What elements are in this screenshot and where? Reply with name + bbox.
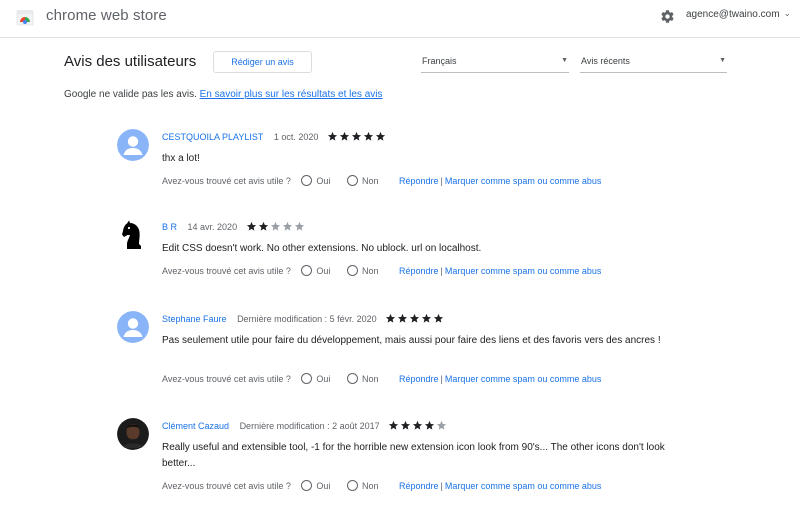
sort-select-value: Avis récents <box>581 56 630 66</box>
reply-link[interactable]: Répondre <box>399 481 439 491</box>
review-meta: Clément Cazaud Dernière modification : 2… <box>162 420 448 433</box>
star-empty-icon <box>282 221 292 231</box>
review-feedback: Avez-vous trouvé cet avis utile ? Oui No… <box>162 265 601 276</box>
review-meta: B R 14 avr. 2020 <box>162 221 306 234</box>
reply-link[interactable]: Répondre <box>399 374 439 384</box>
star-filled-icon <box>401 420 411 430</box>
radio-yes[interactable] <box>301 265 313 276</box>
learn-more-link[interactable]: En savoir plus sur les résultats et les … <box>200 89 383 100</box>
spam-link[interactable]: Marquer comme spam ou comme abus <box>445 481 602 491</box>
star-empty-icon <box>294 221 304 231</box>
star-filled-icon <box>363 131 374 141</box>
spam-link[interactable]: Marquer comme spam ou comme abus <box>445 176 602 186</box>
star-rating <box>388 420 448 433</box>
star-filled-icon <box>410 313 420 323</box>
review-author[interactable]: Clément Cazaud <box>162 421 229 431</box>
review-meta: CESTQUOILA PLAYLIST 1 oct. 2020 <box>162 131 387 144</box>
review-date: 1 oct. 2020 <box>273 132 319 142</box>
helpful-question: Avez-vous trouvé cet avis utile ? <box>162 176 291 186</box>
star-filled-icon <box>413 420 423 430</box>
radio-yes-label: Oui <box>316 481 331 491</box>
radio-yes-label: Oui <box>316 374 331 384</box>
chess-knight-icon <box>117 219 149 251</box>
account-menu[interactable]: agence@twaino.com ⌄ <box>686 8 792 20</box>
star-filled-icon <box>386 313 396 323</box>
review-date: 14 avr. 2020 <box>187 222 238 232</box>
default-person-icon <box>117 129 149 161</box>
link-separator: | <box>440 481 443 491</box>
default-person-icon <box>117 311 149 343</box>
radio-yes[interactable] <box>301 480 313 491</box>
star-empty-icon <box>437 420 447 430</box>
review-author[interactable]: Stephane Faure <box>162 314 227 324</box>
radio-no-label: Non <box>361 374 379 384</box>
star-rating <box>246 221 306 234</box>
sort-select[interactable]: Avis récents ▼ <box>580 54 727 73</box>
radio-no[interactable] <box>346 373 358 384</box>
star-rating <box>327 131 387 144</box>
star-filled-icon <box>434 313 444 323</box>
validation-notice: Google ne valide pas les avis. En savoir… <box>64 89 383 100</box>
language-select-value: Français <box>422 56 457 66</box>
chrome-web-store-logo-icon[interactable] <box>16 8 34 26</box>
star-filled-icon <box>398 313 408 323</box>
radio-yes-label: Oui <box>316 176 331 186</box>
radio-no[interactable] <box>346 265 358 276</box>
review-feedback: Avez-vous trouvé cet avis utile ? Oui No… <box>162 480 601 491</box>
account-email: agence@twaino.com <box>686 9 780 20</box>
star-empty-icon <box>270 221 280 231</box>
review-text: Edit CSS doesn't work. No other extensio… <box>162 243 482 254</box>
store-title[interactable]: chrome web store <box>46 7 167 24</box>
radio-no[interactable] <box>346 480 358 491</box>
user-photo <box>117 418 149 450</box>
write-review-button[interactable]: Rédiger un avis <box>213 51 312 73</box>
star-filled-icon <box>327 131 338 141</box>
review-date: Dernière modification : 5 févr. 2020 <box>237 314 377 324</box>
review-author[interactable]: B R <box>162 222 177 232</box>
helpful-question: Avez-vous trouvé cet avis utile ? <box>162 266 291 276</box>
review-text: Pas seulement utile pour faire du dévelo… <box>162 335 661 346</box>
link-separator: | <box>440 266 443 276</box>
star-filled-icon <box>258 221 268 231</box>
radio-yes-label: Oui <box>316 266 331 276</box>
star-filled-icon <box>425 420 435 430</box>
link-separator: | <box>440 176 443 186</box>
radio-no-label: Non <box>361 176 379 186</box>
spam-link[interactable]: Marquer comme spam ou comme abus <box>445 374 602 384</box>
review-meta: Stephane Faure Dernière modification : 5… <box>162 313 445 326</box>
review-author[interactable]: CESTQUOILA PLAYLIST <box>162 132 263 142</box>
review-feedback: Avez-vous trouvé cet avis utile ? Oui No… <box>162 175 601 186</box>
section-title: Avis des utilisateurs <box>64 53 197 70</box>
review-feedback: Avez-vous trouvé cet avis utile ? Oui No… <box>162 373 601 384</box>
review-text: Really useful and extensible tool, -1 fo… <box>162 442 665 469</box>
star-filled-icon <box>375 131 386 141</box>
dropdown-arrow-icon: ▼ <box>719 57 726 64</box>
radio-no[interactable] <box>346 175 358 186</box>
spam-link[interactable]: Marquer comme spam ou comme abus <box>445 266 602 276</box>
review-text: thx a lot! <box>162 153 200 164</box>
star-filled-icon <box>351 131 362 141</box>
link-separator: | <box>440 374 443 384</box>
star-filled-icon <box>339 131 350 141</box>
star-filled-icon <box>246 221 256 231</box>
helpful-question: Avez-vous trouvé cet avis utile ? <box>162 374 291 384</box>
reply-link[interactable]: Répondre <box>399 176 439 186</box>
language-select[interactable]: Français ▼ <box>421 54 569 73</box>
reply-link[interactable]: Répondre <box>399 266 439 276</box>
helpful-question: Avez-vous trouvé cet avis utile ? <box>162 481 291 491</box>
star-filled-icon <box>389 420 399 430</box>
top-bar: chrome web store agence@twaino.com ⌄ <box>0 0 800 38</box>
radio-yes[interactable] <box>301 373 313 384</box>
radio-no-label: Non <box>361 481 379 491</box>
chevron-down-icon: ⌄ <box>783 8 792 18</box>
radio-no-label: Non <box>361 266 379 276</box>
gear-icon[interactable] <box>660 9 675 24</box>
notice-text: Google ne valide pas les avis. <box>64 89 197 100</box>
star-rating <box>385 313 445 326</box>
dropdown-arrow-icon: ▼ <box>561 57 568 64</box>
star-filled-icon <box>422 313 432 323</box>
radio-yes[interactable] <box>301 175 313 186</box>
review-date: Dernière modification : 2 août 2017 <box>239 421 380 431</box>
